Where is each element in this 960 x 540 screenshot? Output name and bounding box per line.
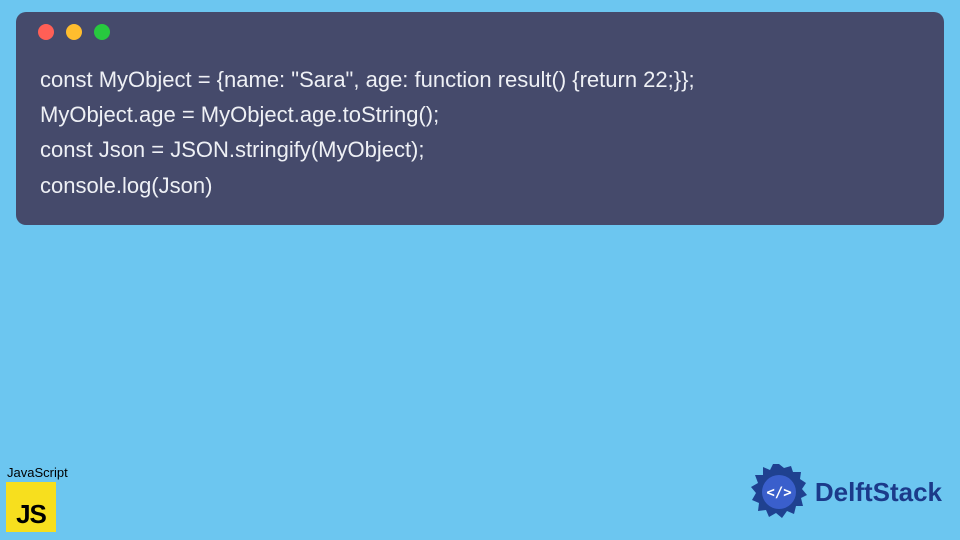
maximize-icon [94,24,110,40]
code-block: const MyObject = {name: "Sara", age: fun… [16,12,944,225]
code-line: MyObject.age = MyObject.age.toString(); [40,97,920,132]
close-icon [38,24,54,40]
delftstack-gear-icon: </> [749,462,809,522]
window-titlebar [16,12,944,52]
javascript-badge: JavaScript JS [6,465,68,532]
delftstack-logo: </> DelftStack [749,462,942,522]
code-content: const MyObject = {name: "Sara", age: fun… [16,52,944,225]
javascript-icon-text: JS [16,499,46,532]
code-line: console.log(Json) [40,168,920,203]
delftstack-label: DelftStack [815,477,942,508]
javascript-icon: JS [6,482,56,532]
code-line: const MyObject = {name: "Sara", age: fun… [40,62,920,97]
code-line: const Json = JSON.stringify(MyObject); [40,132,920,167]
javascript-label: JavaScript [7,465,68,480]
minimize-icon [66,24,82,40]
svg-text:</>: </> [766,485,791,501]
